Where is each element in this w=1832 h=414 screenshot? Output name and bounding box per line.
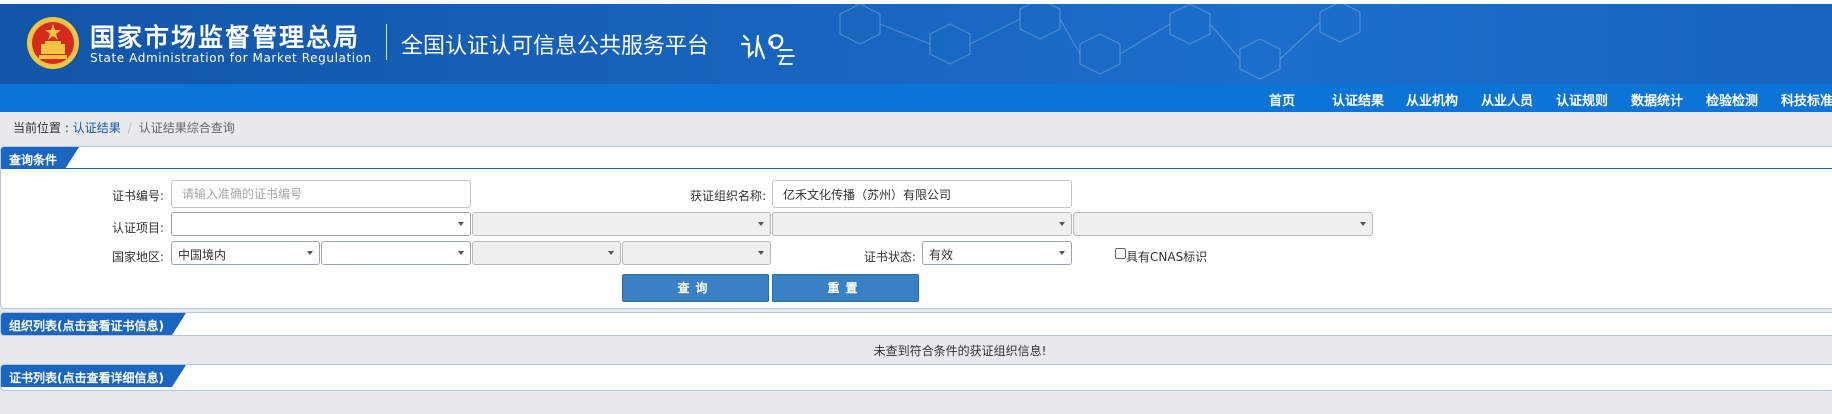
cnas-checkbox[interactable] bbox=[1115, 248, 1126, 259]
org-list-empty-message: 未查到符合条件的获证组织信息! bbox=[873, 344, 1047, 358]
project-select-4[interactable] bbox=[1073, 212, 1373, 236]
nav-item-tech-standards[interactable]: 科技标准 bbox=[1781, 90, 1832, 109]
project-select-2[interactable] bbox=[472, 212, 771, 236]
nav-item-home[interactable]: 首页 bbox=[1269, 90, 1295, 109]
hexagon-pattern-decoration bbox=[839, 4, 1361, 80]
org-list-title: 组织列表(点击查看证书信息) bbox=[1, 313, 186, 335]
platform-title: 全国认证认可信息公共服务平台 bbox=[401, 34, 710, 59]
org-name-cn: 国家市场监督管理总局 bbox=[90, 23, 361, 52]
chevron-down-icon bbox=[758, 251, 764, 255]
cert-list-title: 证书列表(点击查看详细信息) bbox=[1, 365, 186, 387]
region-select-city[interactable] bbox=[472, 241, 621, 265]
search-button[interactable]: 查询 bbox=[622, 274, 769, 302]
cnas-checkbox-label: 具有CNAS标识 bbox=[1126, 250, 1208, 264]
org-name-label: 获证组织名称: bbox=[690, 189, 767, 203]
main-nav: 首页 认证结果 从业机构 从业人员 认证规则 数据统计 检验检测 科技标准 bbox=[0, 84, 1832, 112]
panel-title-rule bbox=[1, 168, 1832, 169]
chevron-down-icon bbox=[758, 222, 764, 226]
region-select-province[interactable] bbox=[321, 241, 471, 265]
nav-item-inspection[interactable]: 检验检测 bbox=[1706, 90, 1758, 109]
renyun-logo-icon bbox=[740, 34, 795, 65]
cert-no-input[interactable] bbox=[171, 180, 471, 208]
header-divider bbox=[386, 24, 387, 60]
nav-item-statistics[interactable]: 数据统计 bbox=[1631, 90, 1683, 109]
nav-item-cert-results[interactable]: 认证结果 bbox=[1332, 90, 1384, 109]
org-name-input[interactable] bbox=[772, 180, 1072, 208]
chevron-down-icon bbox=[1059, 222, 1065, 226]
region-select-district[interactable] bbox=[622, 241, 771, 265]
cert-status-select[interactable]: 有效 bbox=[922, 241, 1072, 265]
region-label: 国家地区: bbox=[112, 250, 165, 264]
project-select-3[interactable] bbox=[772, 212, 1072, 236]
chevron-down-icon bbox=[1059, 251, 1065, 255]
national-emblem-icon bbox=[27, 17, 79, 69]
cert-list-panel: 证书列表(点击查看详细信息) bbox=[0, 364, 1832, 391]
cert-no-label: 证书编号: bbox=[112, 189, 165, 203]
reset-button[interactable]: 重置 bbox=[772, 274, 919, 302]
project-label: 认证项目: bbox=[112, 221, 165, 235]
org-name-en: State Administration for Market Regulati… bbox=[90, 51, 372, 65]
chevron-down-icon bbox=[458, 222, 464, 226]
breadcrumb: 当前位置 : 认证结果 / 认证结果综合查询 bbox=[13, 119, 235, 136]
project-select-1[interactable] bbox=[171, 212, 471, 236]
chevron-down-icon bbox=[1360, 222, 1366, 226]
nav-item-cert-rules[interactable]: 认证规则 bbox=[1556, 90, 1608, 109]
org-list-panel: 组织列表(点击查看证书信息) bbox=[0, 312, 1832, 336]
chevron-down-icon bbox=[608, 251, 614, 255]
nav-item-institutions[interactable]: 从业机构 bbox=[1406, 90, 1458, 109]
chevron-down-icon bbox=[307, 251, 313, 255]
region-select-country[interactable]: 中国境内 bbox=[171, 241, 320, 265]
breadcrumb-prefix: 当前位置 : bbox=[13, 121, 73, 135]
cert-status-label: 证书状态: bbox=[864, 250, 917, 264]
query-panel-title: 查询条件 bbox=[1, 147, 79, 169]
header-banner: 国家市场监督管理总局 State Administration for Mark… bbox=[0, 4, 1832, 84]
breadcrumb-separator: / bbox=[127, 121, 132, 135]
nav-item-practitioners[interactable]: 从业人员 bbox=[1481, 90, 1533, 109]
breadcrumb-link-cert-results[interactable]: 认证结果 bbox=[73, 121, 121, 135]
breadcrumb-current: 认证结果综合查询 bbox=[138, 121, 235, 135]
chevron-down-icon bbox=[458, 251, 464, 255]
